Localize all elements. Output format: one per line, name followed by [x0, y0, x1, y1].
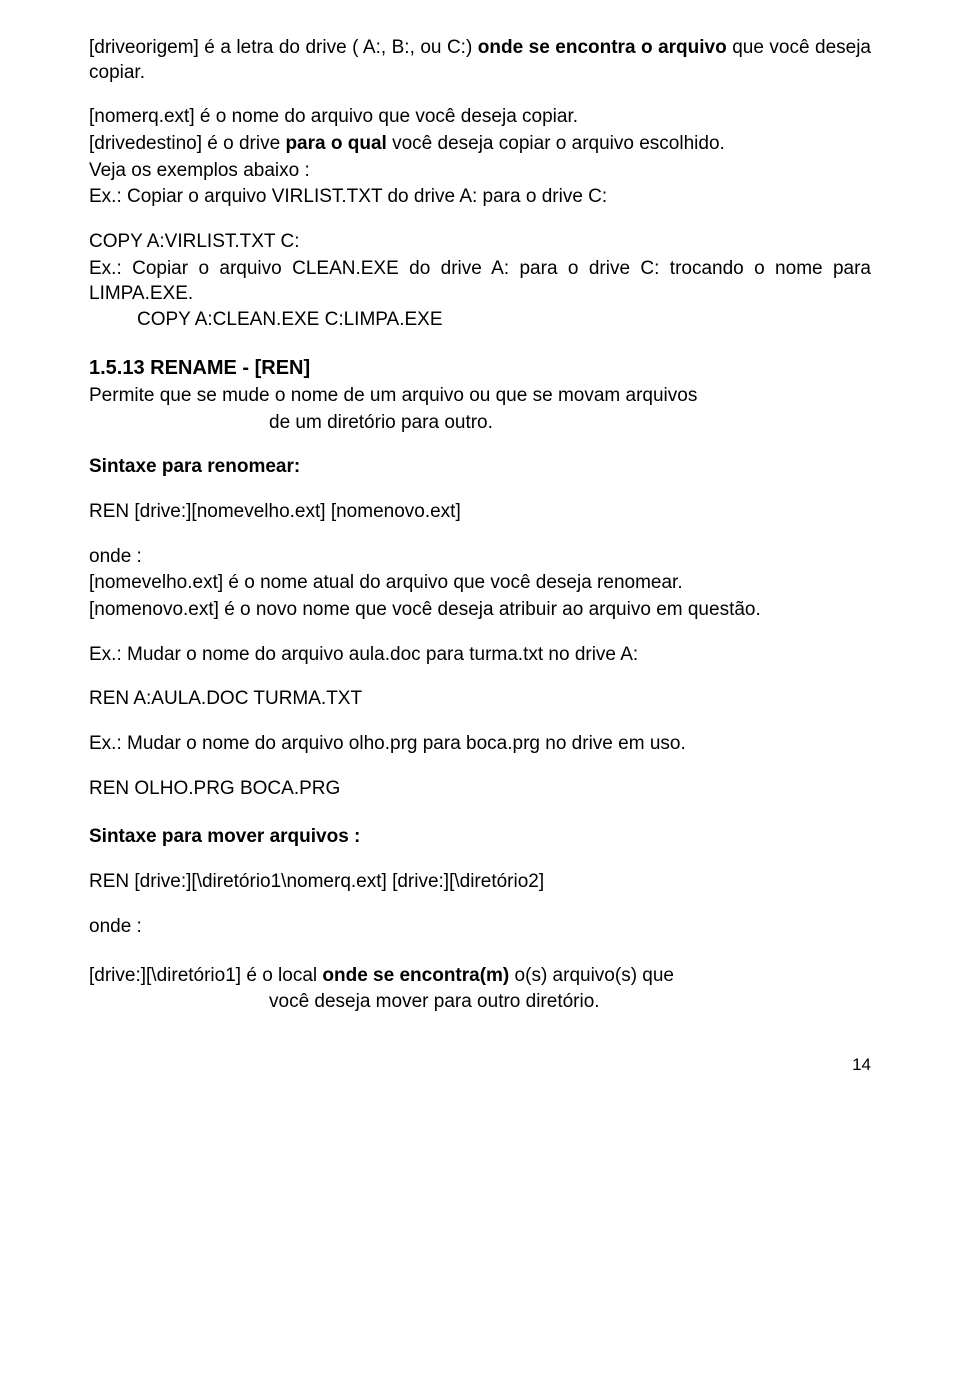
paragraph-sintaxe-renomear: Sintaxe para renomear:	[89, 455, 871, 480]
paragraph-ren-mover-syntax: REN [drive:][\diretório1\nomerq.ext] [dr…	[89, 870, 871, 895]
paragraph-rename-desc-b: de um diretório para outro.	[89, 411, 871, 436]
page-number: 14	[89, 1055, 871, 1075]
paragraph-nomenovo: [nomenovo.ext] é o novo nome que você de…	[89, 598, 871, 623]
paragraph-copy-clean: COPY A:CLEAN.EXE C:LIMPA.EXE	[89, 308, 871, 333]
text-sintaxe-renomear: Sintaxe para renomear:	[89, 456, 300, 477]
text-diretorio1-b: onde se encontra(m)	[322, 965, 509, 986]
paragraph-onde2: onde :	[89, 915, 871, 940]
paragraph-ren-olho: REN OLHO.PRG BOCA.PRG	[89, 777, 871, 802]
text-ex-virlist: Ex.: Copiar o arquivo VIRLIST.TXT do dri…	[89, 186, 607, 207]
text-ren-syntax: REN [drive:][nomevelho.ext] [nomenovo.ex…	[89, 501, 461, 522]
text-page-number: 14	[852, 1055, 871, 1074]
text-nomerq: [nomerq.ext] é o nome do arquivo que voc…	[89, 106, 578, 127]
text-nomevelho: [nomevelho.ext] é o nome atual do arquiv…	[89, 572, 683, 593]
paragraph-nomevelho: [nomevelho.ext] é o nome atual do arquiv…	[89, 571, 871, 596]
text-ren-aula: REN A:AULA.DOC TURMA.TXT	[89, 688, 362, 709]
text-heading-rename: 1.5.13 RENAME - [REN]	[89, 357, 310, 379]
paragraph-diretorio1-d: você deseja mover para outro diretório.	[89, 990, 871, 1015]
text-diretorio1-c: o(s) arquivo(s) que	[509, 965, 674, 986]
text-ren-olho: REN OLHO.PRG BOCA.PRG	[89, 778, 340, 799]
text-nomenovo: [nomenovo.ext] é o novo nome que você de…	[89, 599, 761, 620]
text-driveorigem-a: [driveorigem] é a letra do drive ( A:, B…	[89, 37, 478, 58]
paragraph-diretorio1-a: [drive:][\diretório1] é o local onde se …	[89, 964, 871, 989]
paragraph-ex-aula: Ex.: Mudar o nome do arquivo aula.doc pa…	[89, 643, 871, 668]
paragraph-ex-olho: Ex.: Mudar o nome do arquivo olho.prg pa…	[89, 732, 871, 757]
text-ren-mover-syntax: REN [drive:][\diretório1\nomerq.ext] [dr…	[89, 871, 544, 892]
text-sintaxe-mover: Sintaxe para mover arquivos :	[89, 826, 360, 847]
page-container: [driveorigem] é a letra do drive ( A:, B…	[45, 0, 915, 1105]
paragraph-onde1: onde :	[89, 545, 871, 570]
paragraph-ren-syntax: REN [drive:][nomevelho.ext] [nomenovo.ex…	[89, 500, 871, 525]
text-rename-desc-a: Permite que se mude o nome de um arquivo…	[89, 385, 697, 406]
text-veja: Veja os exemplos abaixo :	[89, 160, 310, 181]
paragraph-nomerq: [nomerq.ext] é o nome do arquivo que voc…	[89, 105, 871, 130]
text-drivedestino-a: [drivedestino] é o drive	[89, 133, 285, 154]
text-copy-virlist: COPY A:VIRLIST.TXT C:	[89, 231, 299, 252]
paragraph-ren-aula: REN A:AULA.DOC TURMA.TXT	[89, 687, 871, 712]
text-rename-desc-b: de um diretório para outro.	[269, 412, 493, 433]
text-diretorio1-d: você deseja mover para outro diretório.	[269, 991, 600, 1012]
paragraph-sintaxe-mover: Sintaxe para mover arquivos :	[89, 825, 871, 850]
text-ex-aula: Ex.: Mudar o nome do arquivo aula.doc pa…	[89, 644, 638, 665]
text-drivedestino-b: para o qual	[285, 133, 386, 154]
paragraph-rename-desc-a: Permite que se mude o nome de um arquivo…	[89, 384, 871, 409]
paragraph-drivedestino: [drivedestino] é o drive para o qual voc…	[89, 132, 871, 157]
paragraph-driveorigem: [driveorigem] é a letra do drive ( A:, B…	[89, 36, 871, 85]
text-onde1: onde :	[89, 546, 142, 567]
text-ex-olho: Ex.: Mudar o nome do arquivo olho.prg pa…	[89, 733, 686, 754]
paragraph-ex-clean: Ex.: Copiar o arquivo CLEAN.EXE do drive…	[89, 257, 871, 306]
heading-rename: 1.5.13 RENAME - [REN]	[89, 357, 871, 380]
paragraph-copy-virlist: COPY A:VIRLIST.TXT C:	[89, 230, 871, 255]
text-driveorigem-b: onde se encontra o arquivo	[478, 37, 727, 58]
text-drivedestino-c: você deseja copiar o arquivo escolhido.	[387, 133, 725, 154]
text-onde2: onde :	[89, 916, 142, 937]
text-ex-clean-a: Ex.: Copiar o arquivo CLEAN.EXE do drive…	[89, 258, 871, 304]
text-copy-clean: COPY A:CLEAN.EXE C:LIMPA.EXE	[137, 309, 443, 330]
paragraph-veja: Veja os exemplos abaixo :	[89, 159, 871, 184]
text-diretorio1-a: [drive:][\diretório1] é o local	[89, 965, 322, 986]
paragraph-ex-virlist: Ex.: Copiar o arquivo VIRLIST.TXT do dri…	[89, 185, 871, 210]
